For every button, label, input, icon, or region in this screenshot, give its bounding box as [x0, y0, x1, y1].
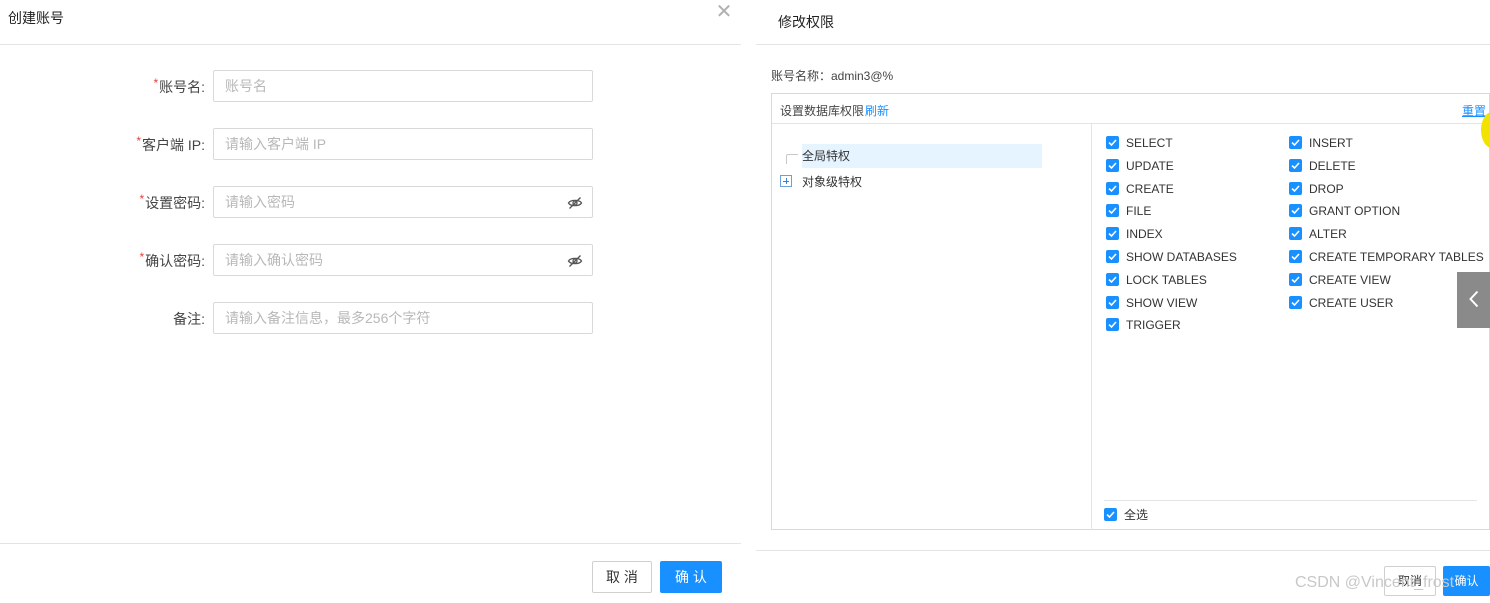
cancel-button[interactable]: 取 消 [592, 561, 652, 593]
privilege-label: FILE [1126, 204, 1152, 218]
modify-permissions-dialog: 修改权限 账号名称：admin3@% 设置数据库权限 刷新 重置 全局特权 对象… [756, 0, 1490, 603]
eye-off-icon[interactable] [567, 195, 583, 211]
form-row-client-ip: *客户端 IP: [0, 128, 741, 160]
privilege-label: INDEX [1126, 227, 1163, 241]
panel-label: 设置数据库权限 [780, 104, 865, 118]
privilege-label: CREATE [1126, 182, 1174, 196]
field-label: *设置密码: [139, 192, 205, 211]
refresh-link[interactable]: 刷新 [865, 102, 889, 119]
dialog-title: 创建账号 [8, 10, 64, 26]
form-row-account-name: *账号名: [0, 70, 741, 102]
privilege-label: CREATE TEMPORARY TABLES [1309, 250, 1484, 264]
divider [0, 543, 741, 544]
divider [0, 44, 741, 45]
field-label: *账号名: [153, 76, 205, 95]
privilege-label: SHOW VIEW [1126, 296, 1198, 310]
create-account-dialog: 创建账号 ✕ *账号名: *客户端 IP: *设置密码: *确认密码: [0, 0, 741, 603]
plus-square-icon[interactable] [780, 175, 792, 187]
checkbox-checked-icon [1106, 136, 1119, 149]
remark-input[interactable] [214, 303, 592, 333]
checkbox-checked-icon [1106, 250, 1119, 263]
checkbox-checked-icon [1106, 296, 1119, 309]
checkbox-checked-icon [1106, 227, 1119, 240]
reset-link[interactable]: 重置 [1462, 102, 1486, 119]
checkbox-checked-icon [1289, 250, 1302, 263]
tree-node-object[interactable]: 对象级特权 [802, 173, 862, 190]
password-input[interactable] [214, 187, 592, 217]
checkbox-checked-icon [1289, 296, 1302, 309]
checkbox-checked-icon [1289, 273, 1302, 286]
checkbox-checked-icon [1106, 318, 1119, 331]
select-all-label: 全选 [1124, 508, 1149, 522]
privilege-label: DROP [1309, 182, 1344, 196]
privilege-label: GRANT OPTION [1309, 204, 1401, 218]
privilege-label: UPDATE [1126, 159, 1174, 173]
confirm-button[interactable]: 确 认 [660, 561, 722, 593]
confirm-password-field[interactable] [213, 244, 593, 276]
password-field[interactable] [213, 186, 593, 218]
form-row-remark: 备注: [0, 302, 741, 334]
chevron-left-icon [1469, 290, 1479, 308]
required-mark: * [136, 134, 141, 148]
remark-field[interactable] [213, 302, 593, 334]
account-name-field[interactable] [213, 70, 593, 102]
permission-panel-header: 设置数据库权限 刷新 重置 [772, 94, 1489, 124]
checkbox-checked-icon [1106, 273, 1119, 286]
required-mark: * [139, 250, 145, 264]
checkbox-checked-icon [1289, 227, 1302, 240]
privilege-label: DELETE [1309, 159, 1356, 173]
privilege-tree: 全局特权 对象级特权 [772, 124, 1092, 530]
divider [756, 550, 1490, 551]
checkbox-checked-icon [1104, 508, 1117, 521]
close-icon[interactable]: ✕ [714, 2, 734, 22]
privilege-label: CREATE VIEW [1309, 273, 1391, 287]
field-label: *确认密码: [139, 250, 205, 269]
privilege-label: INSERT [1309, 136, 1353, 150]
divider [756, 44, 1490, 45]
privilege-label: TRIGGER [1126, 318, 1181, 332]
form-row-password: *设置密码: [0, 186, 741, 218]
divider [1104, 500, 1477, 501]
watermark: CSDN @Vincent_frost [1295, 574, 1455, 591]
checkbox-checked-icon [1106, 159, 1119, 172]
permission-panel: 设置数据库权限 刷新 重置 全局特权 对象级特权 SELECT UPDATE CRE… [771, 93, 1490, 530]
checkbox-checked-icon [1289, 204, 1302, 217]
checkbox-checked-icon [1289, 136, 1302, 149]
privilege-label: ALTER [1309, 227, 1347, 241]
privilege-label: CREATE USER [1309, 296, 1394, 310]
tree-node-global[interactable]: 全局特权 [802, 144, 1042, 168]
confirm-password-input[interactable] [214, 245, 592, 275]
client-ip-field[interactable] [213, 128, 593, 160]
checkbox-checked-icon [1106, 182, 1119, 195]
privilege-label: SHOW DATABASES [1126, 250, 1237, 264]
checkbox-checked-icon [1289, 182, 1302, 195]
privilege-label: SELECT [1126, 136, 1173, 150]
tree-connector [786, 154, 798, 164]
checkbox-checked-icon [1289, 159, 1302, 172]
field-label: *客户端 IP: [136, 134, 205, 153]
dialog-title: 修改权限 [778, 14, 834, 30]
privilege-label: LOCK TABLES [1126, 273, 1207, 287]
account-name-input[interactable] [214, 71, 592, 101]
checkbox-checked-icon [1106, 204, 1119, 217]
side-panel-toggle[interactable] [1457, 272, 1490, 328]
account-name-text: 账号名称：admin3@% [771, 69, 894, 83]
client-ip-input[interactable] [214, 129, 592, 159]
required-mark: * [139, 192, 145, 206]
required-mark: * [153, 76, 159, 90]
eye-off-icon[interactable] [567, 253, 583, 269]
form-row-confirm-password: *确认密码: [0, 244, 741, 276]
field-label: 备注: [173, 311, 205, 327]
